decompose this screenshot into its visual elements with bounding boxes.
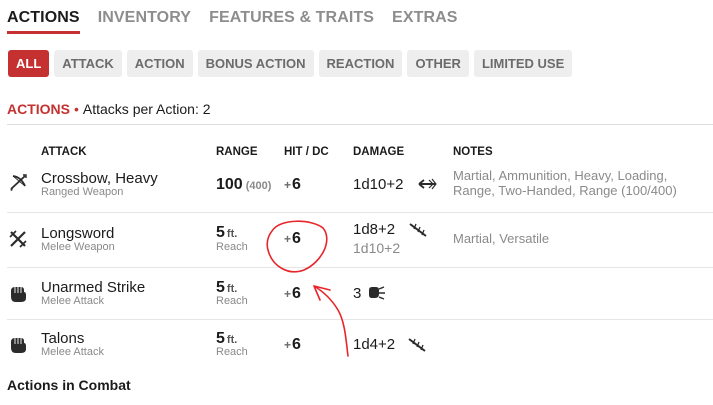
attack-row-crossbow-heavy[interactable]: Crossbow, Heavy Ranged Weapon 100 (400) +… (0, 162, 713, 210)
action-filters: ALL ATTACK ACTION BONUS ACTION REACTION … (8, 50, 577, 77)
tab-features-traits[interactable]: FEATURES & TRAITS (209, 7, 374, 34)
filter-all[interactable]: ALL (8, 50, 50, 77)
attacks-per-action: Attacks per Action: 2 (82, 101, 211, 117)
tab-inventory[interactable]: INVENTORY (98, 7, 191, 34)
attack-row-talons[interactable]: Talons Melee Attack 5 ft. Reach +6 1d4+2 (0, 320, 713, 370)
range-value: 5 (216, 279, 225, 296)
range-unit: ft. (226, 228, 238, 240)
ranged-weapon-icon (10, 174, 27, 191)
section-title: ACTIONS (7, 101, 70, 117)
attack-type: Melee Weapon (41, 241, 115, 253)
column-header-range: RANGE (216, 146, 258, 158)
section-separator: • (74, 101, 79, 117)
attack-hit-bonus[interactable]: +6 (284, 176, 301, 194)
column-header-notes: NOTES (453, 146, 493, 158)
attack-name: Unarmed Strike (41, 279, 146, 296)
attack-hit-bonus[interactable]: +6 (284, 336, 301, 354)
filter-attack[interactable]: ATTACK (54, 50, 122, 77)
primary-tabs: ACTIONS INVENTORY FEATURES & TRAITS EXTR… (7, 7, 476, 37)
hit-value: 6 (292, 336, 301, 353)
tab-extras[interactable]: EXTRAS (392, 7, 458, 34)
attack-name: Talons (41, 330, 85, 347)
section-divider (7, 124, 713, 125)
attack-name: Crossbow, Heavy (41, 170, 158, 187)
hit-value: 6 (292, 176, 301, 193)
attack-hit-bonus[interactable]: +6 (284, 285, 301, 303)
column-header-attack: ATTACK (41, 146, 87, 158)
filter-limited-use[interactable]: LIMITED USE (473, 50, 573, 77)
hit-value: 6 (292, 230, 301, 247)
attack-notes: Martial, Versatile (453, 231, 550, 246)
section-heading: ACTIONS • Attacks per Action: 2 (7, 101, 211, 117)
range-value: 100 (216, 176, 243, 193)
range-unit: ft. (226, 334, 238, 346)
attack-damage[interactable]: 1d4+2 (353, 336, 395, 353)
column-header-damage: DAMAGE (353, 146, 405, 158)
tab-actions[interactable]: ACTIONS (7, 7, 80, 34)
attack-damage[interactable]: 1d8+2 (353, 221, 395, 238)
range-unit: ft. (226, 283, 238, 295)
range-value: 5 (216, 224, 225, 241)
melee-weapon-icon (9, 230, 27, 248)
attack-type: Melee Attack (41, 295, 104, 307)
piercing-icon (418, 178, 437, 190)
hit-sign: + (284, 232, 292, 246)
slashing-icon (409, 223, 427, 237)
attack-range: 5 ft. (216, 224, 237, 242)
attack-notes: Martial, Ammunition, Heavy, Loading, Ran… (453, 168, 677, 198)
filter-other[interactable]: OTHER (407, 50, 469, 77)
attack-type: Melee Attack (41, 346, 104, 358)
attack-row-unarmed-strike[interactable]: Unarmed Strike Melee Attack 5 ft. Reach +… (0, 268, 713, 318)
range-type: Reach (216, 346, 248, 358)
range-type: Reach (216, 241, 248, 253)
slashing-icon (408, 338, 426, 352)
bludgeoning-icon (369, 286, 385, 300)
attack-type: Ranged Weapon (41, 186, 124, 198)
range-type: Reach (216, 295, 248, 307)
attack-range: 100 (400) (216, 176, 271, 194)
filter-action[interactable]: ACTION (126, 50, 193, 77)
hit-sign: + (284, 338, 292, 352)
attack-damage[interactable]: 3 (353, 285, 361, 302)
filter-reaction[interactable]: REACTION (318, 50, 403, 77)
fist-icon (11, 287, 26, 302)
fist-icon (11, 338, 26, 353)
filter-bonus-action[interactable]: BONUS ACTION (197, 50, 314, 77)
hit-value: 6 (292, 285, 301, 302)
range-value: 5 (216, 330, 225, 347)
attack-name: Longsword (41, 225, 115, 242)
actions-in-combat-heading: Actions in Combat (7, 377, 131, 393)
hit-sign: + (284, 178, 292, 192)
hit-sign: + (284, 287, 292, 301)
attack-hit-bonus[interactable]: +6 (284, 230, 301, 248)
column-header-hit-dc: HIT / DC (284, 146, 329, 158)
attack-row-longsword[interactable]: Longsword Melee Weapon 5 ft. Reach +6 1d8… (0, 213, 713, 266)
range-long: (400) (245, 180, 272, 192)
attack-damage-versatile: 1d10+2 (353, 240, 401, 256)
attack-damage[interactable]: 1d10+2 (353, 176, 403, 193)
